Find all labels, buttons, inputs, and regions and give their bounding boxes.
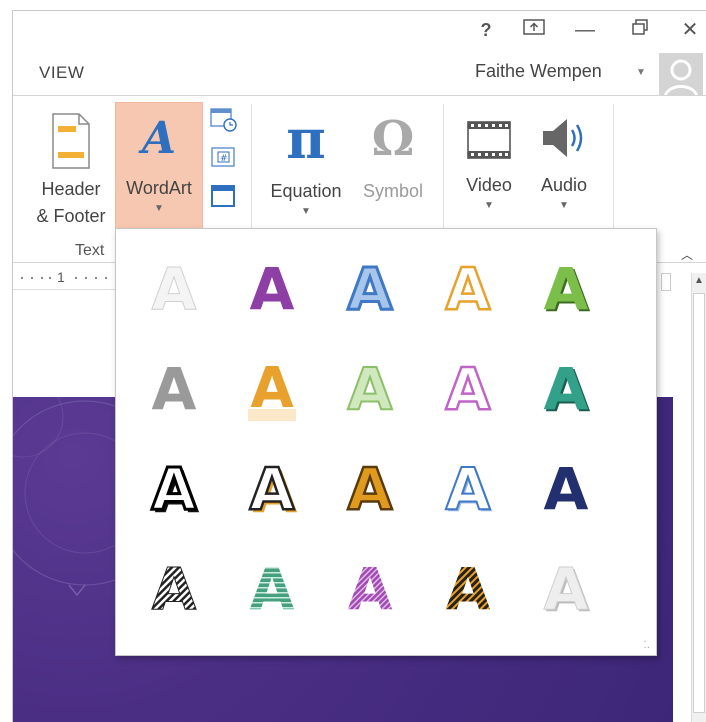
wordart-style-13[interactable]: A	[330, 447, 410, 527]
collapse-ribbon-icon[interactable]: ︿	[681, 246, 693, 263]
wordart-style-4[interactable]: A	[428, 247, 508, 327]
wordart-style-9[interactable]: A	[428, 347, 508, 427]
chevron-down-icon: ▼	[559, 200, 569, 211]
account-name[interactable]: Faithe Wempen	[475, 61, 602, 82]
wordart-style-15[interactable]: A	[526, 447, 606, 527]
wordart-style-7[interactable]: A	[232, 347, 312, 427]
svg-text:A: A	[348, 455, 393, 523]
equation-icon: π	[286, 107, 326, 171]
chevron-down-icon: ▼	[154, 203, 164, 214]
svg-text:A: A	[446, 555, 491, 623]
svg-text:A: A	[348, 355, 393, 423]
ribbon-display-options-icon[interactable]	[519, 17, 549, 43]
object-icon[interactable]	[209, 182, 239, 210]
speaker-icon	[539, 114, 589, 162]
header-footer-label-2: & Footer	[36, 206, 106, 226]
header-footer-icon	[49, 112, 93, 170]
scroll-thumb[interactable]	[693, 293, 705, 713]
svg-text:A: A	[152, 255, 197, 323]
group-label-text: Text	[75, 242, 105, 259]
svg-text:A: A	[544, 255, 589, 323]
svg-text:A: A	[544, 455, 589, 523]
svg-text:A: A	[348, 555, 393, 623]
video-label: Video	[466, 175, 512, 195]
vertical-scrollbar[interactable]: ▲	[691, 273, 706, 722]
wordart-style-11[interactable]: AA	[134, 447, 214, 527]
resize-grip-icon[interactable]: · ··	[643, 637, 650, 653]
symbol-button[interactable]: Ω Symbol	[351, 98, 435, 205]
slide-margin	[13, 293, 117, 405]
close-button[interactable]: ✕	[675, 17, 705, 43]
wordart-style-14[interactable]: AA	[428, 447, 508, 527]
tab-view[interactable]: VIEW	[39, 63, 84, 83]
chevron-down-icon: ▼	[301, 206, 311, 217]
powerpoint-window: ? — ✕ VIEW Faithe Wempen ▼ Header & Foot…	[12, 10, 706, 722]
svg-text:A: A	[446, 455, 491, 523]
film-icon	[466, 118, 512, 162]
wordart-style-16[interactable]: A	[134, 547, 214, 627]
svg-text:A: A	[152, 555, 197, 623]
wordart-label: WordArt	[126, 178, 192, 198]
svg-text:A: A	[152, 455, 197, 523]
avatar[interactable]	[659, 53, 703, 97]
equation-label: Equation	[270, 181, 342, 201]
wordart-button[interactable]: A WordArt ▼	[115, 102, 203, 234]
chevron-down-icon[interactable]: ▼	[636, 67, 646, 78]
wordart-icon: A	[141, 113, 177, 164]
wordart-style-2[interactable]: A	[232, 247, 312, 327]
wordart-style-5[interactable]: AA	[526, 247, 606, 327]
horizontal-ruler: 1	[13, 267, 117, 290]
help-button[interactable]: ?	[471, 17, 501, 43]
wordart-style-20[interactable]: AA	[526, 547, 606, 627]
audio-button[interactable]: Audio ▼	[527, 98, 601, 213]
omega-icon: Ω	[371, 111, 415, 167]
restore-icon[interactable]	[625, 17, 655, 43]
ruler-end	[661, 273, 671, 291]
slide-number-icon[interactable]: #	[209, 144, 239, 172]
wordart-style-3[interactable]: A	[330, 247, 410, 327]
svg-text:A: A	[446, 255, 491, 323]
video-button[interactable]: Video ▼	[453, 98, 525, 213]
wordart-style-1[interactable]: A	[134, 247, 214, 327]
svg-text:#: #	[220, 154, 228, 164]
audio-label: Audio	[540, 175, 588, 195]
chevron-down-icon: ▼	[484, 200, 494, 211]
svg-text:A: A	[250, 555, 295, 623]
date-time-icon[interactable]	[209, 106, 239, 134]
wordart-gallery: A A A A AA A A A A AA AA A A A A A A A A…	[115, 228, 657, 656]
minimize-button[interactable]: —	[570, 17, 600, 43]
scroll-up-icon[interactable]: ▲	[694, 275, 704, 286]
wordart-style-18[interactable]: A	[330, 547, 410, 627]
header-footer-button[interactable]: Header & Footer	[27, 98, 115, 230]
svg-text:A: A	[446, 355, 491, 423]
ruler-marker: 1	[57, 269, 65, 285]
wordart-style-19[interactable]: A	[428, 547, 508, 627]
wordart-style-8[interactable]: A	[330, 347, 410, 427]
wordart-style-10[interactable]: AA	[526, 347, 606, 427]
wordart-style-17[interactable]: A	[232, 547, 312, 627]
wordart-style-12[interactable]: AA	[232, 447, 312, 527]
svg-text:A: A	[250, 255, 295, 323]
svg-text:A: A	[544, 555, 589, 623]
symbol-label: Symbol	[362, 181, 424, 201]
svg-text:A: A	[250, 455, 295, 523]
equation-button[interactable]: π Equation ▼	[263, 98, 349, 219]
svg-text:A: A	[152, 355, 197, 423]
header-footer-label-1: Header	[41, 179, 101, 199]
svg-text:A: A	[348, 255, 393, 323]
svg-text:A: A	[544, 355, 589, 423]
wordart-style-6[interactable]: A	[134, 347, 214, 427]
